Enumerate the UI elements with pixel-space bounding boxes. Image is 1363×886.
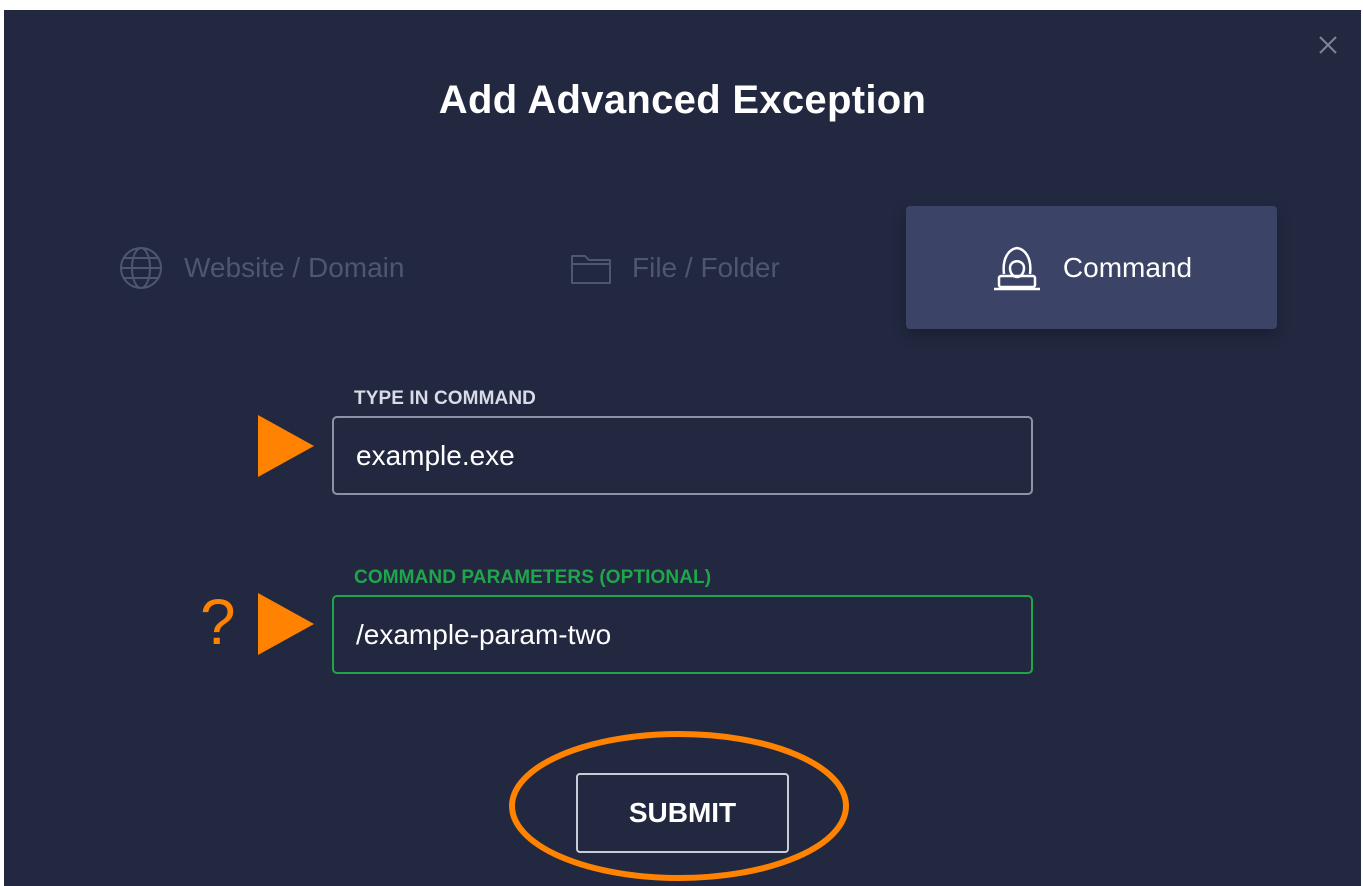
hacker-icon (991, 244, 1043, 292)
close-icon (1319, 36, 1337, 54)
globe-icon (118, 245, 164, 291)
command-label: TYPE IN COMMAND (354, 388, 536, 409)
tab-label: File / Folder (632, 252, 780, 283)
add-exception-dialog: Add Advanced Exception Website / Domain … (4, 10, 1361, 886)
parameters-input[interactable]: /example-param-two (332, 595, 1033, 674)
parameters-input-value: /example-param-two (356, 618, 612, 650)
annotation-question-mark: ? (200, 586, 236, 658)
command-input[interactable]: example.exe (332, 416, 1033, 495)
command-input-value: example.exe (356, 439, 515, 471)
submit-button[interactable]: SUBMIT (576, 773, 789, 853)
close-button[interactable] (1315, 32, 1341, 58)
tab-label: Website / Domain (184, 252, 405, 283)
tab-label: Command (1062, 251, 1193, 283)
tab-command[interactable]: Command (906, 206, 1277, 329)
folder-icon (570, 250, 612, 286)
tab-file-folder[interactable]: File / Folder (570, 238, 780, 298)
tab-website-domain[interactable]: Website / Domain (118, 238, 404, 298)
annotation-arrow-parameters (258, 593, 314, 655)
dialog-title: Add Advanced Exception (438, 78, 927, 122)
parameters-label: COMMAND PARAMETERS (OPTIONAL) (354, 567, 712, 588)
annotation-arrow-command (258, 415, 314, 477)
